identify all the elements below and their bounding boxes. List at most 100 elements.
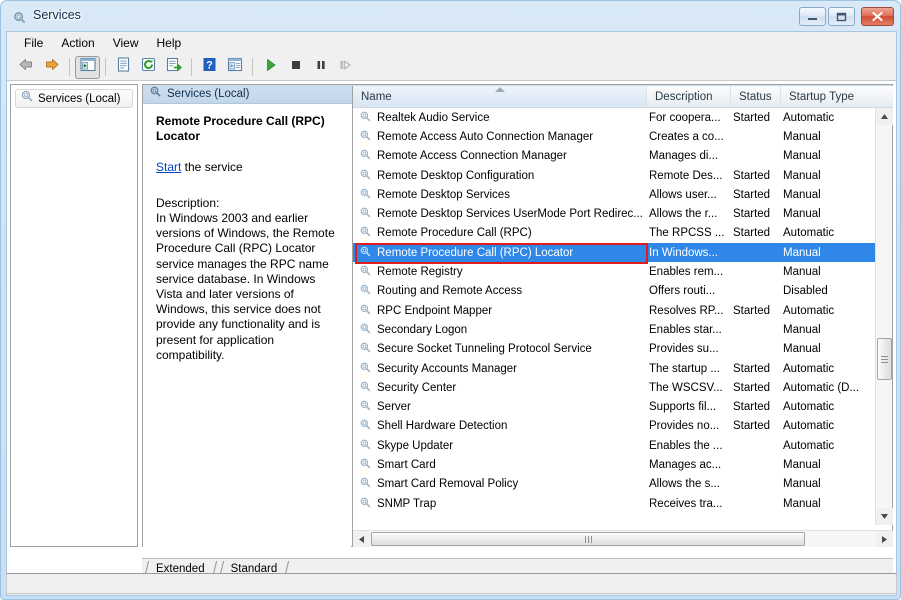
table-row[interactable]: Remote Desktop Configuration Remote Des..…	[353, 166, 876, 185]
scroll-up-button[interactable]	[876, 108, 893, 125]
table-row[interactable]: Shell Hardware Detection Provides no... St…	[353, 417, 876, 436]
stop-service-button[interactable]	[283, 56, 308, 79]
properties-button[interactable]	[111, 56, 136, 79]
cell-startup-type: Automatic	[783, 362, 835, 375]
restart-service-button[interactable]	[333, 56, 358, 79]
cell-service-name: Security Accounts Manager	[353, 361, 647, 377]
table-row[interactable]: Remote Access Auto Connection Manager Cre…	[353, 127, 876, 146]
cell-startup-type: Automatic (D...	[783, 381, 860, 394]
table-row[interactable]: Remote Desktop Services Allows user... Sta…	[353, 185, 876, 204]
column-header-name[interactable]: Name	[353, 86, 647, 107]
chevron-up-icon	[881, 114, 888, 119]
cell-description: Receives tra...	[649, 497, 723, 510]
show-hide-console-tree-button[interactable]	[75, 55, 100, 79]
table-row[interactable]: Server Supports fil... Started Automatic	[353, 397, 876, 416]
table-row[interactable]: Smart Card Removal Policy Allows the s...…	[353, 475, 876, 494]
cell-startup-type: Manual	[783, 208, 821, 221]
back-button[interactable]	[14, 56, 39, 79]
service-gear-icon	[359, 476, 372, 492]
column-header-status[interactable]: Status	[731, 86, 781, 107]
cell-startup-type: Automatic	[783, 227, 835, 240]
cell-startup-type: Manual	[783, 246, 821, 259]
description-text: In Windows 2003 and earlier versions of …	[156, 211, 335, 362]
table-row[interactable]: Skype Updater Enables the ... Automatic	[353, 436, 876, 455]
column-header-name-label: Name	[361, 90, 392, 103]
table-row[interactable]: Remote Registry Enables rem... Manual	[353, 262, 876, 281]
cell-startup-type: Manual	[783, 130, 821, 143]
table-row[interactable]: Routing and Remote Access Offers routi...…	[353, 282, 876, 301]
menu-help[interactable]: Help	[148, 33, 191, 53]
table-row[interactable]: Secure Socket Tunneling Protocol Service…	[353, 340, 876, 359]
cell-service-name: Secure Socket Tunneling Protocol Service	[353, 341, 647, 357]
service-details-panel: Remote Procedure Call (RPC) Locator Star…	[143, 105, 351, 547]
start-service-button[interactable]	[258, 56, 283, 79]
cell-description: Manages di...	[649, 150, 719, 163]
help-icon: ?	[202, 57, 217, 77]
cell-service-name: Smart Card	[353, 457, 647, 473]
maximize-button[interactable]	[828, 7, 855, 26]
cell-description: The WSCSV...	[649, 381, 723, 394]
service-gear-icon	[359, 129, 372, 145]
view-icon	[227, 57, 243, 77]
table-row[interactable]: Remote Procedure Call (RPC) The RPCSS ...…	[353, 224, 876, 243]
column-header-description[interactable]: Description	[647, 86, 731, 107]
horizontal-scrollbar[interactable]	[353, 530, 893, 547]
view-button[interactable]	[222, 56, 247, 79]
chevron-left-icon	[359, 535, 364, 543]
cell-service-name: Security Center	[353, 380, 647, 396]
service-title: Remote Procedure Call (RPC) Locator	[156, 114, 325, 143]
menu-view[interactable]: View	[104, 33, 148, 53]
service-name-label: Shell Hardware Detection	[377, 420, 508, 433]
service-name-label: Remote Desktop Services	[377, 188, 510, 201]
menu-file[interactable]: File	[15, 33, 52, 53]
cell-status: Started	[733, 401, 771, 414]
cell-description: The startup ...	[649, 362, 720, 375]
cell-description: Allows the r...	[649, 208, 718, 221]
scroll-right-button[interactable]	[876, 531, 893, 547]
table-row[interactable]: Realtek Audio Service For coopera... Start…	[353, 108, 876, 127]
export-list-button[interactable]	[161, 56, 186, 79]
cell-service-name: Remote Access Auto Connection Manager	[353, 129, 647, 145]
tree-node-services-local[interactable]: Services (Local)	[15, 89, 133, 108]
table-row[interactable]: Smart Card Manages ac... Manual	[353, 455, 876, 474]
table-row[interactable]: Security Center The WSCSV... Started Automa…	[353, 378, 876, 397]
services-window: Services File Action View Help ? Service…	[0, 0, 901, 600]
help-button[interactable]: ?	[197, 56, 222, 79]
tree-node-label: Services (Local)	[38, 92, 121, 105]
cell-startup-type: Automatic	[783, 304, 835, 317]
cell-service-name: Server	[353, 399, 647, 415]
table-row[interactable]: Security Accounts Manager The startup ...…	[353, 359, 876, 378]
minimize-button[interactable]	[799, 7, 826, 26]
table-row[interactable]: Remote Procedure Call (RPC) Locator In Wi…	[353, 243, 876, 263]
horizontal-scrollbar-thumb[interactable]	[371, 532, 805, 546]
table-row[interactable]: RPC Endpoint Mapper Resolves RP... Started…	[353, 301, 876, 320]
table-row[interactable]: Remote Desktop Services UserMode Port Re…	[353, 204, 876, 223]
chevron-down-icon	[881, 514, 888, 519]
cell-description: Allows the s...	[649, 478, 720, 491]
refresh-icon	[141, 57, 156, 77]
table-row[interactable]: Secondary Logon Enables star... Manual	[353, 320, 876, 339]
table-row[interactable]: SNMP Trap Receives tra... Manual	[353, 494, 876, 513]
start-service-link[interactable]: Start	[156, 160, 181, 174]
menu-action[interactable]: Action	[52, 33, 103, 53]
show-hide-console-tree-icon	[79, 57, 96, 77]
scroll-left-button[interactable]	[353, 531, 370, 547]
cell-service-name: SNMP Trap	[353, 496, 647, 512]
close-button[interactable]	[861, 7, 894, 26]
column-header-startup-type[interactable]: Startup Type	[781, 86, 876, 107]
cell-service-name: Routing and Remote Access	[353, 283, 647, 299]
service-gear-icon	[359, 496, 372, 512]
service-gear-icon	[359, 225, 372, 241]
service-gear-icon	[359, 283, 372, 299]
service-name-label: Skype Updater	[377, 439, 454, 452]
pause-service-button[interactable]	[308, 56, 333, 79]
table-row[interactable]: Remote Access Connection Manager Manages …	[353, 147, 876, 166]
cell-startup-type: Automatic	[783, 401, 835, 414]
refresh-button[interactable]	[136, 56, 161, 79]
cell-status: Started	[733, 304, 771, 317]
scroll-down-button[interactable]	[876, 508, 893, 525]
cell-startup-type: Automatic	[783, 111, 835, 124]
vertical-scrollbar[interactable]	[875, 108, 893, 525]
forward-button[interactable]	[39, 56, 64, 79]
vertical-scrollbar-thumb[interactable]	[877, 338, 892, 380]
